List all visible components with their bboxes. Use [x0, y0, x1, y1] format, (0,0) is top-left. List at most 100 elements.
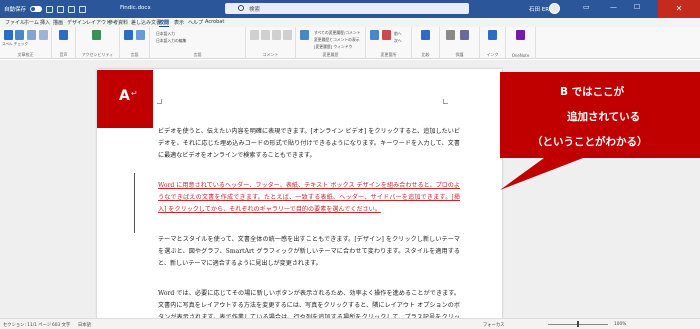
tab-view[interactable]: 表示 — [174, 19, 184, 26]
translate-icon[interactable] — [124, 30, 133, 40]
spelling-label: スペル チェック — [2, 42, 29, 46]
delete-comment-icon[interactable] — [261, 30, 270, 40]
ribbon-tabs: ファイル ホーム 挿入 描画 デザイン レイアウト 参考資料 差し込み文書 校閲… — [0, 18, 700, 27]
ink-group: インク — [480, 27, 506, 59]
tab-acrobat[interactable]: Acrobat — [205, 19, 224, 25]
autosave-toggle[interactable] — [30, 6, 43, 12]
close-button[interactable]: ✕ — [658, 0, 700, 18]
next-comment-icon[interactable] — [283, 30, 292, 40]
accessibility-check-icon[interactable] — [92, 30, 101, 40]
comments-group-label: コメント — [262, 52, 279, 57]
search-input[interactable]: 検索 — [225, 3, 469, 14]
tab-insert[interactable]: 挿入 — [40, 19, 50, 26]
thesaurus-icon[interactable] — [27, 30, 36, 40]
undo-icon[interactable] — [57, 5, 65, 13]
title-bar: 自動保存 Findic.docx 検索 石田 ERDC ▭ — ☐ ✕ — [0, 0, 700, 18]
maximize-button[interactable]: ☐ — [634, 3, 640, 11]
previous-change-button[interactable]: 前へ — [394, 31, 402, 37]
reject-icon[interactable] — [382, 30, 391, 40]
tracking-group: すべての変更履歴/コメント 変更履歴とコメントの表示 [変更履歴] ウィンドウ … — [296, 27, 366, 59]
markup-dropdown[interactable]: すべての変更履歴/コメント — [314, 30, 360, 36]
status-language[interactable]: 日本語 — [78, 322, 91, 328]
protect-group: 保護 — [440, 27, 480, 59]
autosave-label: 自動保存 — [4, 7, 27, 13]
restrict-editing-icon[interactable] — [460, 30, 469, 40]
label-a-return-mark: ↵ — [131, 89, 138, 98]
word-count-icon[interactable] — [39, 30, 48, 40]
callout-line-3: （ということがわかる） — [532, 136, 648, 148]
annotation-label-a: A ↵ — [97, 70, 153, 128]
changes-group-label: 変更箇所 — [380, 52, 397, 57]
ime-group: 日本語入力 日本語入力の編集 言語 — [150, 27, 246, 59]
grammar-notes-icon[interactable] — [15, 30, 24, 40]
compare-group-label: 比較 — [421, 52, 430, 57]
status-section[interactable]: セクション: 1 — [3, 322, 30, 328]
margin-mark-top-right — [443, 99, 448, 104]
status-page[interactable]: 1/1 ページ — [30, 322, 51, 328]
next-change-button[interactable]: 次へ — [394, 38, 402, 44]
ribbon-display-icon[interactable]: ▭ — [583, 3, 590, 11]
proofing-group-label: 文章校正 — [17, 52, 34, 57]
ime-line-1[interactable]: 日本語入力 — [156, 31, 175, 37]
minimize-button[interactable]: — — [610, 3, 617, 11]
ime-group-label: 言語 — [193, 52, 202, 57]
ribbon: スペル チェック 文章校正 音声 アクセシビリティ 言語 日本語入力 日本語入力… — [0, 27, 700, 59]
speech-group: 音声 — [52, 27, 76, 59]
search-icon — [238, 5, 244, 11]
tab-help[interactable]: ヘルプ — [188, 19, 203, 26]
tab-design[interactable]: デザイン — [67, 19, 87, 26]
status-focus[interactable]: フォーカス — [483, 322, 504, 328]
tab-file[interactable]: ファイル — [5, 19, 25, 26]
read-aloud-icon[interactable] — [59, 30, 68, 40]
reviewing-pane-dropdown[interactable]: [変更履歴] ウィンドウ — [314, 44, 352, 50]
language-group: 言語 — [120, 27, 150, 59]
onenote-icon[interactable] — [516, 30, 525, 40]
show-markup-dropdown[interactable]: 変更履歴とコメントの表示 — [314, 37, 360, 43]
tab-mailings[interactable]: 差し込み文書 — [131, 19, 161, 26]
hide-ink-icon[interactable] — [488, 30, 497, 40]
paragraph-1: ビデオを使うと、伝えたい内容を明確に表現できます。[オンライン ビデオ] をクリ… — [158, 128, 460, 159]
spelling-icon[interactable] — [4, 30, 13, 40]
redo-icon[interactable] — [68, 5, 76, 13]
block-authors-icon[interactable] — [446, 30, 455, 40]
callout-line-2: 追加されている — [567, 111, 641, 123]
new-comment-icon[interactable] — [250, 30, 259, 40]
language-icon[interactable] — [136, 30, 145, 40]
label-a-text: A — [119, 88, 130, 104]
onenote-group-label: OneNote — [511, 53, 530, 58]
customize-qat-icon[interactable] — [79, 5, 87, 13]
previous-comment-icon[interactable] — [272, 30, 281, 40]
compare-icon[interactable] — [421, 30, 430, 40]
margin-mark-top-left — [157, 99, 162, 104]
tab-references[interactable]: 参考資料 — [108, 19, 128, 26]
document-page[interactable]: ビデオを使うと、伝えたい内容を明確に表現できます。[オンライン ビデオ] をクリ… — [97, 69, 502, 329]
ink-group-label: インク — [486, 52, 499, 57]
tracking-group-label: 変更履歴 — [322, 52, 339, 57]
save-icon[interactable] — [46, 5, 54, 13]
avatar[interactable] — [549, 3, 560, 14]
compare-group: 比較 — [412, 27, 440, 59]
proofing-group: スペル チェック 文章校正 — [0, 27, 52, 59]
status-bar: セクション: 1 1/1 ページ 603 文字 日本語 フォーカス 100% — [0, 318, 700, 329]
changes-group: 前へ 次へ 変更箇所 — [366, 27, 412, 59]
language-group-label: 言語 — [130, 52, 139, 57]
protect-group-label: 保護 — [455, 52, 464, 57]
callout-line-1: B ではここが — [560, 86, 625, 98]
zoom-level[interactable]: 100% — [614, 322, 626, 327]
speech-group-label: 音声 — [59, 52, 68, 57]
paragraph-3: テーマとスタイルを使って、文書全体の統一感を出すこともできます。[デザイン] を… — [158, 236, 460, 267]
tab-review[interactable]: 校閲 — [159, 19, 170, 27]
search-placeholder: 検索 — [249, 6, 261, 13]
status-word-count[interactable]: 603 文字 — [52, 322, 70, 328]
tab-home[interactable]: ホーム — [24, 19, 39, 26]
document-title: Findic.docx — [120, 5, 151, 11]
track-changes-icon[interactable] — [300, 30, 309, 40]
accept-icon[interactable] — [370, 30, 379, 40]
tab-draw[interactable]: 描画 — [53, 19, 63, 26]
paragraph-2-tracked: Word に用意されているヘッダー、フッター、表紙、テキスト ボックス デザイン… — [158, 182, 460, 213]
onenote-group: OneNote — [506, 27, 536, 59]
word-window: { "titlebar": { "autosave_label": "自動保存"… — [0, 0, 700, 329]
change-bar — [134, 173, 135, 233]
ime-line-2[interactable]: 日本語入力の編集 — [156, 38, 186, 44]
zoom-slider-thumb[interactable] — [577, 321, 579, 327]
